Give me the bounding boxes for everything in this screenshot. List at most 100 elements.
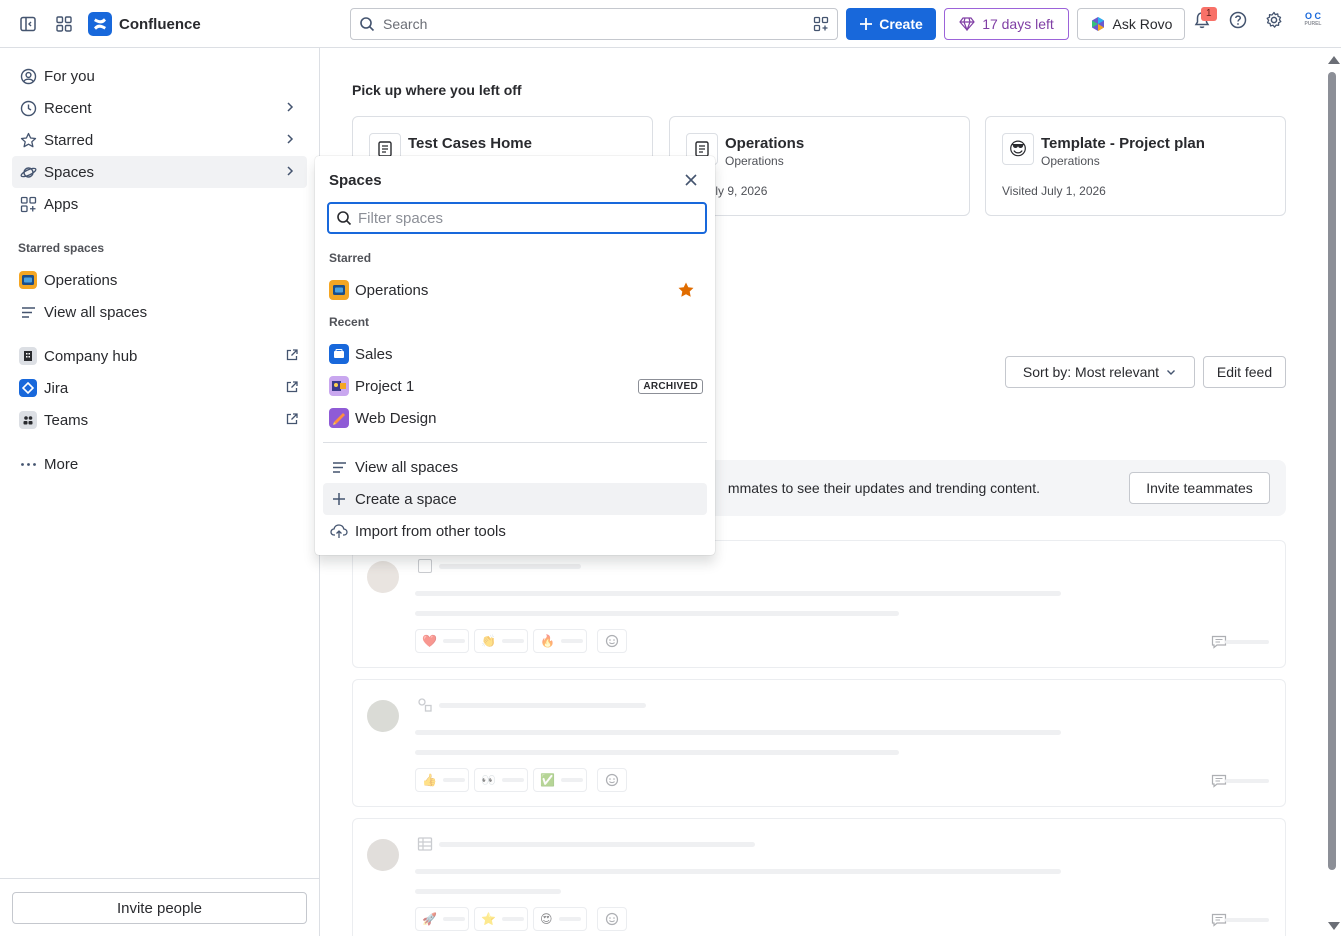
close-icon[interactable] [681,170,701,193]
sidebar-item-label: Apps [44,195,79,213]
sidebar-app-company-hub[interactable]: Company hub [12,340,307,372]
sidebar-more[interactable]: More [12,448,307,480]
scroll-down-arrow-icon[interactable] [1328,922,1340,930]
fire-emoji-icon: 🔥 [540,634,555,648]
flyout-item-label: Operations [355,281,429,299]
add-reaction-icon[interactable] [597,907,627,931]
plus-icon [860,18,873,30]
flyout-import-tools[interactable]: Import from other tools [323,515,707,547]
sidebar-app-teams[interactable]: Teams [12,404,307,436]
sidebar-item-label: More [44,455,79,473]
operations-space-icon [329,280,349,300]
create-button[interactable]: Create [846,8,936,40]
app-name: Confluence [119,15,201,33]
scroll-up-arrow-icon[interactable] [1328,56,1340,64]
sidebar-toggle-icon[interactable] [14,10,42,38]
sunglasses-emoji-icon: 😎 [1002,133,1034,165]
flyout-item-label: Project 1 [355,377,415,395]
sidebar-item-spaces[interactable]: Spaces [12,156,307,188]
starred-spaces-heading: Starred spaces [18,241,105,255]
app-switcher-icon[interactable] [50,10,78,38]
flyout-starred-heading: Starred [329,251,372,265]
invite-teammates-button[interactable]: Invite teammates [1129,472,1270,504]
skeleton-line [415,869,1061,874]
flyout-create-space[interactable]: Create a space [323,483,707,515]
reaction-chip[interactable]: 👀 [474,768,528,792]
trial-button[interactable]: 17 days left [944,8,1069,40]
help-icon[interactable] [1228,10,1248,33]
sidebar-item-starred[interactable]: Starred [12,124,307,156]
star-emoji-icon: ⭐ [481,912,496,926]
list-icon [329,457,349,477]
avatar [367,839,399,871]
flyout-view-all-spaces[interactable]: View all spaces [323,451,707,483]
skeleton-line [439,842,755,847]
invite-people-button[interactable]: Invite people [12,892,307,924]
flyout-space-sales[interactable]: Sales [323,338,707,370]
confluence-logo-icon [88,12,112,36]
settings-gear-icon[interactable] [1264,10,1284,33]
list-icon [19,303,37,321]
reaction-chip[interactable]: ⭐ [474,907,528,931]
heart-emoji-icon: ❤️ [422,634,437,648]
sidebar-item-recent[interactable]: Recent [12,92,307,124]
flyout-recent-heading: Recent [329,315,370,329]
sidebar-item-for-you[interactable]: For you [12,60,307,92]
edit-feed-button[interactable]: Edit feed [1203,356,1286,388]
reaction-chip[interactable]: 🔥 [533,629,587,653]
reaction-chip[interactable]: 🚀 [415,907,469,931]
recent-card-title: Test Cases Home [408,135,532,152]
filter-spaces-input[interactable] [327,202,707,234]
add-reaction-icon[interactable] [597,768,627,792]
skeleton-line [442,778,465,782]
user-circle-icon [19,67,37,85]
reaction-chip[interactable]: 👏 [474,629,528,653]
search-filter-icon[interactable] [813,16,829,32]
thumbs-up-emoji-icon: 👍 [422,773,437,787]
flyout-item-label: Web Design [355,409,437,427]
table-icon [417,836,433,855]
skeleton-line [415,730,1061,735]
sort-dropdown[interactable]: Sort by: Most relevant [1005,356,1195,388]
confluence-logo[interactable]: Confluence [88,12,201,36]
skeleton-line [1225,640,1269,644]
external-link-icon [285,348,299,366]
reaction-chip[interactable]: 😍 [533,907,587,931]
flyout-space-project-1[interactable]: Project 1 ARCHIVED [323,370,707,402]
sidebar-app-jira[interactable]: Jira [12,372,307,404]
user-avatar[interactable]: O C PUREL [1300,12,1326,36]
sidebar-item-label: Operations [44,271,118,289]
recent-card-space: Operations [725,154,784,168]
reaction-chip[interactable]: 👍 [415,768,469,792]
flyout-space-operations[interactable]: Operations [323,274,707,306]
search-input[interactable]: Search [350,8,838,40]
sidebar-view-all-spaces[interactable]: View all spaces [12,296,307,328]
skeleton-line [442,917,465,921]
feed-card-loading: 🚀 ⭐ 😍 [352,818,1286,936]
project-space-icon [329,376,349,396]
avatar-subtext: PUREL [1304,21,1322,27]
apps-grid-icon [19,195,37,213]
main-scrollbar[interactable] [1323,48,1341,936]
ask-rovo-button[interactable]: Ask Rovo [1077,8,1185,40]
skeleton-line [415,591,1061,596]
comment-icon[interactable] [1211,774,1227,791]
add-reaction-icon[interactable] [597,629,627,653]
starred-star-icon[interactable] [677,281,695,303]
scrollbar-thumb[interactable] [1328,72,1336,870]
skeleton-line [560,639,583,643]
comment-icon[interactable] [1211,913,1227,930]
sort-label: Sort by: Most relevant [1022,364,1160,380]
flyout-space-web-design[interactable]: Web Design [323,402,707,434]
sidebar-space-operations[interactable]: Operations [12,264,307,296]
sidebar-item-apps[interactable]: Apps [12,188,307,220]
filter-spaces-field[interactable] [358,209,688,227]
skeleton-line [560,778,583,782]
cloud-upload-icon [329,521,349,541]
comment-icon[interactable] [1211,635,1227,652]
building-icon [19,347,37,365]
reaction-chip[interactable]: ✅ [533,768,587,792]
recent-card[interactable]: 😎 Template - Project plan Operations Vis… [985,116,1286,216]
reaction-chip[interactable]: ❤️ [415,629,469,653]
skeleton-line [415,889,561,894]
